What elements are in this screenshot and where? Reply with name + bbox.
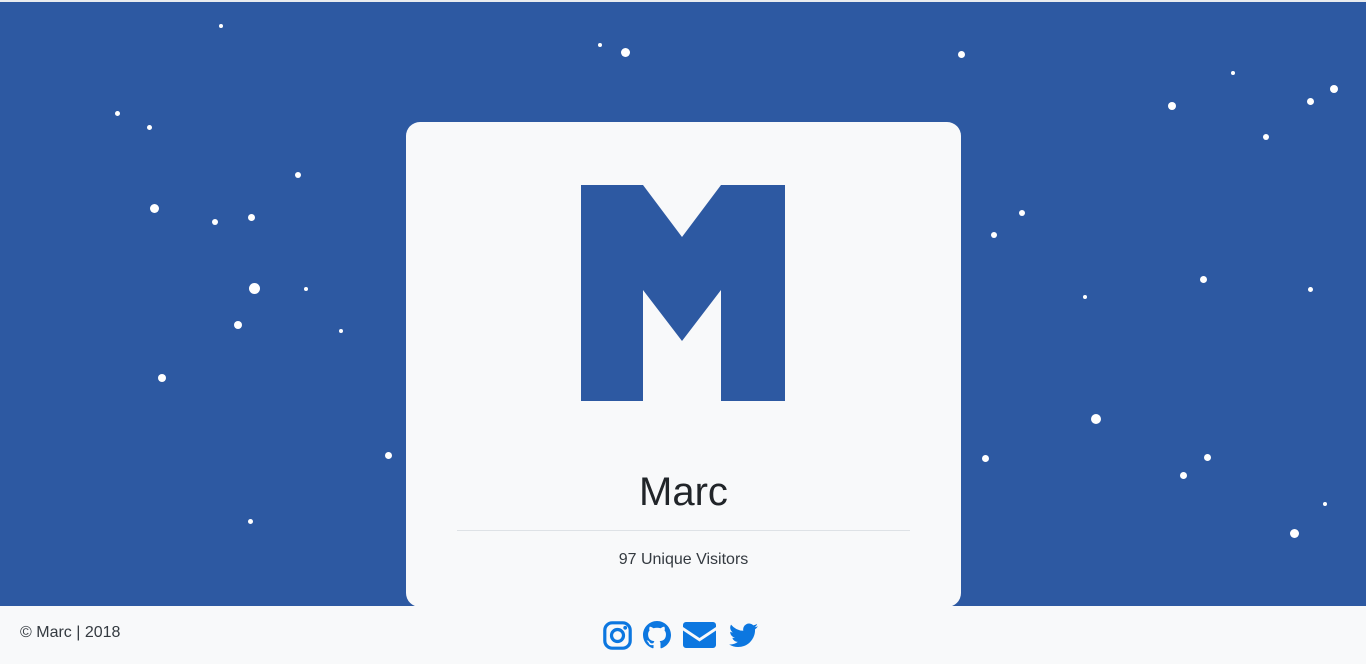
- star: [158, 374, 166, 382]
- star: [1308, 287, 1313, 292]
- twitter-icon: [729, 622, 758, 647]
- star: [1180, 472, 1187, 479]
- visitor-count: 97 Unique Visitors: [618, 551, 749, 568]
- star: [304, 287, 308, 291]
- star: [248, 519, 253, 524]
- instagram-link[interactable]: [603, 620, 632, 650]
- star: [1307, 98, 1314, 105]
- star: [598, 43, 602, 47]
- copyright-text: © Marc | 2018: [20, 624, 121, 641]
- star: [295, 172, 301, 178]
- star: [248, 214, 255, 221]
- star: [1200, 276, 1207, 283]
- star: [249, 283, 260, 294]
- star: [212, 219, 218, 225]
- star: [958, 51, 965, 58]
- github-icon: [643, 621, 671, 649]
- email-icon: [683, 622, 716, 648]
- github-link[interactable]: [643, 621, 671, 649]
- card-divider: [457, 530, 910, 531]
- profile-card: Marc 97 Unique Visitors: [406, 122, 961, 607]
- star: [991, 232, 997, 238]
- social-links: [603, 619, 758, 651]
- email-link[interactable]: [683, 622, 716, 648]
- profile-name: Marc: [639, 470, 728, 514]
- star: [1290, 529, 1299, 538]
- star: [1204, 454, 1211, 461]
- star: [1323, 502, 1327, 506]
- star: [339, 329, 343, 333]
- star: [1330, 85, 1338, 93]
- twitter-link[interactable]: [729, 622, 758, 648]
- star: [115, 111, 120, 116]
- star: [1083, 295, 1087, 299]
- star: [1091, 414, 1101, 424]
- star: [982, 455, 989, 462]
- star: [1231, 71, 1235, 75]
- footer: © Marc | 2018: [0, 606, 1366, 664]
- instagram-icon: [603, 620, 632, 650]
- star: [147, 125, 152, 130]
- star: [219, 24, 223, 28]
- star: [1019, 210, 1025, 216]
- star: [621, 48, 630, 57]
- star: [150, 204, 159, 213]
- star: [385, 452, 392, 459]
- star: [234, 321, 242, 329]
- star: [1263, 134, 1269, 140]
- star: [1168, 102, 1176, 110]
- m-logo: [581, 185, 785, 401]
